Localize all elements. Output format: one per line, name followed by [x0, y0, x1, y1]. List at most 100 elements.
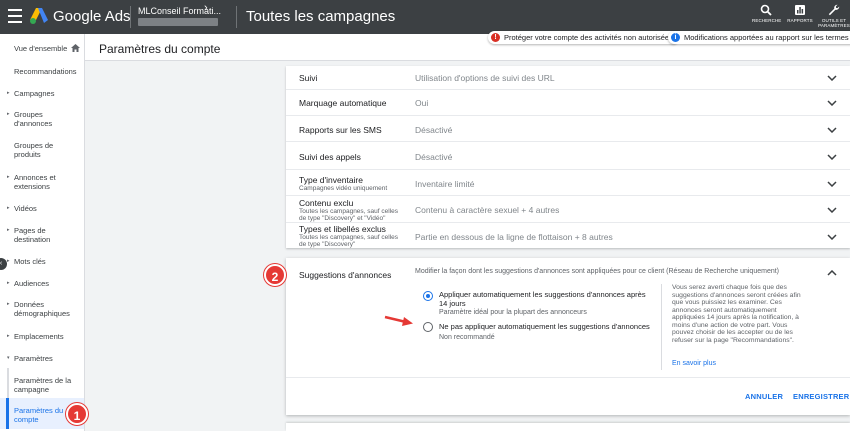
annotation-arrow-icon — [384, 315, 413, 326]
tools-label-line2: PARAMÈTRES — [818, 23, 850, 28]
option-label[interactable]: Ne pas appliquer automatiquement les sug… — [439, 322, 650, 332]
no-auto-apply-radio[interactable] — [423, 322, 433, 332]
setting-name: Suivi — [299, 73, 318, 83]
option-label[interactable]: 14 jours — [439, 299, 466, 309]
reports-tool-button[interactable]: RAPPORTS — [786, 4, 814, 23]
google-ads-logo-icon[interactable] — [29, 7, 49, 25]
learn-more-link[interactable]: En savoir plus — [672, 360, 716, 367]
sidebar: Vue d'ensemble Recommandations ▸ Campagn… — [0, 34, 85, 431]
setting-row-auto-tagging[interactable]: Marquage automatique Oui — [286, 90, 850, 116]
menu-icon[interactable] — [8, 9, 22, 25]
page-heading: Toutes les campagnes — [246, 8, 396, 25]
sidebar-item-audiences[interactable]: ▸ Audiences — [0, 279, 84, 289]
divider — [130, 6, 131, 28]
sidebar-item-label: Paramètres de la — [14, 376, 72, 385]
sidebar-item-keywords[interactable]: ▸ Mots clés — [0, 257, 84, 267]
caret-right-icon: ▸ — [7, 174, 10, 180]
sidebar-item-campaigns[interactable]: ▸ Campagnes — [0, 89, 84, 99]
caret-right-icon: ▸ — [7, 111, 10, 117]
setting-row-sms-reports[interactable]: Rapports sur les SMS Désactivé — [286, 116, 850, 142]
account-name[interactable]: MLConseil Formati... — [138, 6, 221, 16]
cancel-button[interactable]: ANNULER — [745, 392, 783, 401]
brand-name[interactable]: Google Ads — [53, 8, 131, 25]
chevron-up-icon[interactable] — [827, 270, 837, 276]
setting-value: Partie en dessous de la ligne de flottai… — [415, 232, 613, 242]
sidebar-item-settings[interactable]: ▾ Paramètres — [0, 354, 84, 364]
report-notification[interactable]: i Modifications apportées au rapport sur… — [668, 31, 850, 44]
info-line: pouvez choisir de les accepter ou de les — [672, 329, 793, 336]
sidebar-item-label: Paramètres — [14, 354, 53, 363]
sidebar-item-demographics[interactable]: ▸ Données démographiques — [0, 300, 84, 320]
page-title: Paramètres du compte — [99, 42, 221, 56]
collapse-sidebar-button[interactable]: ‹ — [0, 258, 7, 270]
notification-text: Protéger votre compte des activités non … — [504, 33, 673, 42]
chevron-down-icon — [827, 100, 837, 106]
setting-value: Inventaire limité — [415, 179, 475, 189]
sidebar-item-label: Annonces et — [14, 173, 56, 182]
sidebar-item-placements[interactable]: ▸ Emplacements — [0, 332, 84, 342]
option-label[interactable]: Appliquer automatiquement les suggestion… — [439, 290, 646, 300]
search-tool-label: RECHERCHE — [752, 18, 782, 23]
setting-subtext: de type "Discovery" et "Vidéo" — [299, 215, 386, 222]
setting-value: Oui — [415, 98, 429, 108]
sidebar-item-label: Vue d'ensemble — [14, 44, 68, 53]
divider — [286, 377, 850, 378]
info-line: appliquées 14 jours après la notificatio… — [672, 314, 799, 321]
sidebar-item-label: Campagnes — [14, 89, 55, 98]
sidebar-item-recommendations[interactable]: Recommandations — [0, 67, 84, 77]
setting-name: Suggestions d'annonces — [299, 270, 392, 280]
sidebar-item-label: Paramètres du — [14, 406, 64, 415]
info-line: moins d'une action de votre part. Vous — [672, 321, 788, 329]
setting-row-excluded-content[interactable]: Contenu exclu Toutes les campagnes, sauf… — [286, 196, 850, 223]
setting-name: Type d'inventaire — [299, 175, 363, 185]
chevron-down-icon — [827, 154, 837, 160]
setting-row-excluded-types-labels[interactable]: Types et libellés exclus Toutes les camp… — [286, 223, 850, 248]
chevron-down-icon — [827, 75, 837, 81]
sidebar-item-ad-groups[interactable]: ▸ Groupes d'annonces — [0, 110, 84, 130]
security-notification[interactable]: ! Protéger votre compte des activités no… — [488, 31, 679, 44]
account-id-redacted — [138, 18, 218, 26]
sidebar-item-label: Groupes de — [14, 141, 54, 150]
sidebar-item-label: produits — [14, 150, 41, 159]
sidebar-item-videos[interactable]: ▸ Vidéos — [0, 204, 84, 214]
setting-row-call-tracking[interactable]: Suivi des appels Désactivé — [286, 142, 850, 170]
divider — [236, 6, 237, 28]
reports-icon — [795, 5, 805, 15]
info-line: Vous serez averti chaque fois que des — [672, 284, 787, 291]
info-line: suggestions d'annonces seront créées afi… — [672, 291, 801, 299]
caret-right-icon: ▸ — [7, 301, 10, 307]
notification-text: Modifications apportées au rapport sur l… — [684, 33, 850, 42]
sidebar-item-landing-pages[interactable]: ▸ Pages de destination — [0, 226, 84, 246]
caret-down-icon: ▾ — [7, 355, 10, 361]
save-button[interactable]: ENREGISTRER — [793, 392, 849, 401]
setting-row-inventory-type[interactable]: Type d'inventaire Campagnes vidéo unique… — [286, 170, 850, 196]
setting-value: Contenu à caractère sexuel + 4 autres — [415, 205, 560, 215]
setting-name: Marquage automatique — [299, 98, 387, 108]
option-hint: Non recommandé — [439, 334, 495, 341]
sidebar-item-product-groups[interactable]: Groupes de produits — [0, 141, 84, 161]
settings-card: Suivi Utilisation d'options de suivi des… — [286, 66, 850, 248]
sidebar-item-overview[interactable]: Vue d'ensemble — [0, 44, 84, 54]
setting-value: Désactivé — [415, 125, 453, 135]
reports-tool-label: RAPPORTS — [787, 18, 813, 23]
setting-name: Rapports sur les SMS — [299, 125, 382, 135]
chevron-down-icon — [827, 207, 837, 213]
apply-auto-radio[interactable] — [423, 291, 433, 301]
setting-value: Désactivé — [415, 152, 453, 162]
info-text: Vous serez averti chaque fois que des su… — [672, 284, 802, 344]
sidebar-item-label: destination — [14, 235, 51, 244]
sidebar-item-ads-extensions[interactable]: ▸ Annonces et extensions — [0, 173, 84, 193]
chevron-right-icon[interactable]: › — [204, 2, 208, 14]
setting-row-tracking[interactable]: Suivi Utilisation d'options de suivi des… — [286, 66, 850, 90]
tools-settings-button[interactable]: OUTILS ET PARAMÈTRES — [818, 4, 850, 28]
sidebar-item-label: Emplacements — [14, 332, 64, 341]
search-tool-button[interactable]: RECHERCHE — [752, 4, 782, 23]
ad-suggestions-panel: Suggestions d'annonces Modifier la façon… — [286, 258, 850, 415]
sidebar-item-campaign-settings[interactable]: Paramètres de la campagne — [0, 376, 84, 396]
setting-name: Types et libellés exclus — [299, 224, 386, 234]
chevron-down-icon — [827, 127, 837, 133]
caret-right-icon: ▸ — [7, 333, 10, 339]
setting-subtext: de type "Discovery" — [299, 241, 356, 248]
active-indicator — [6, 398, 9, 429]
caret-right-icon: ▸ — [7, 205, 10, 211]
